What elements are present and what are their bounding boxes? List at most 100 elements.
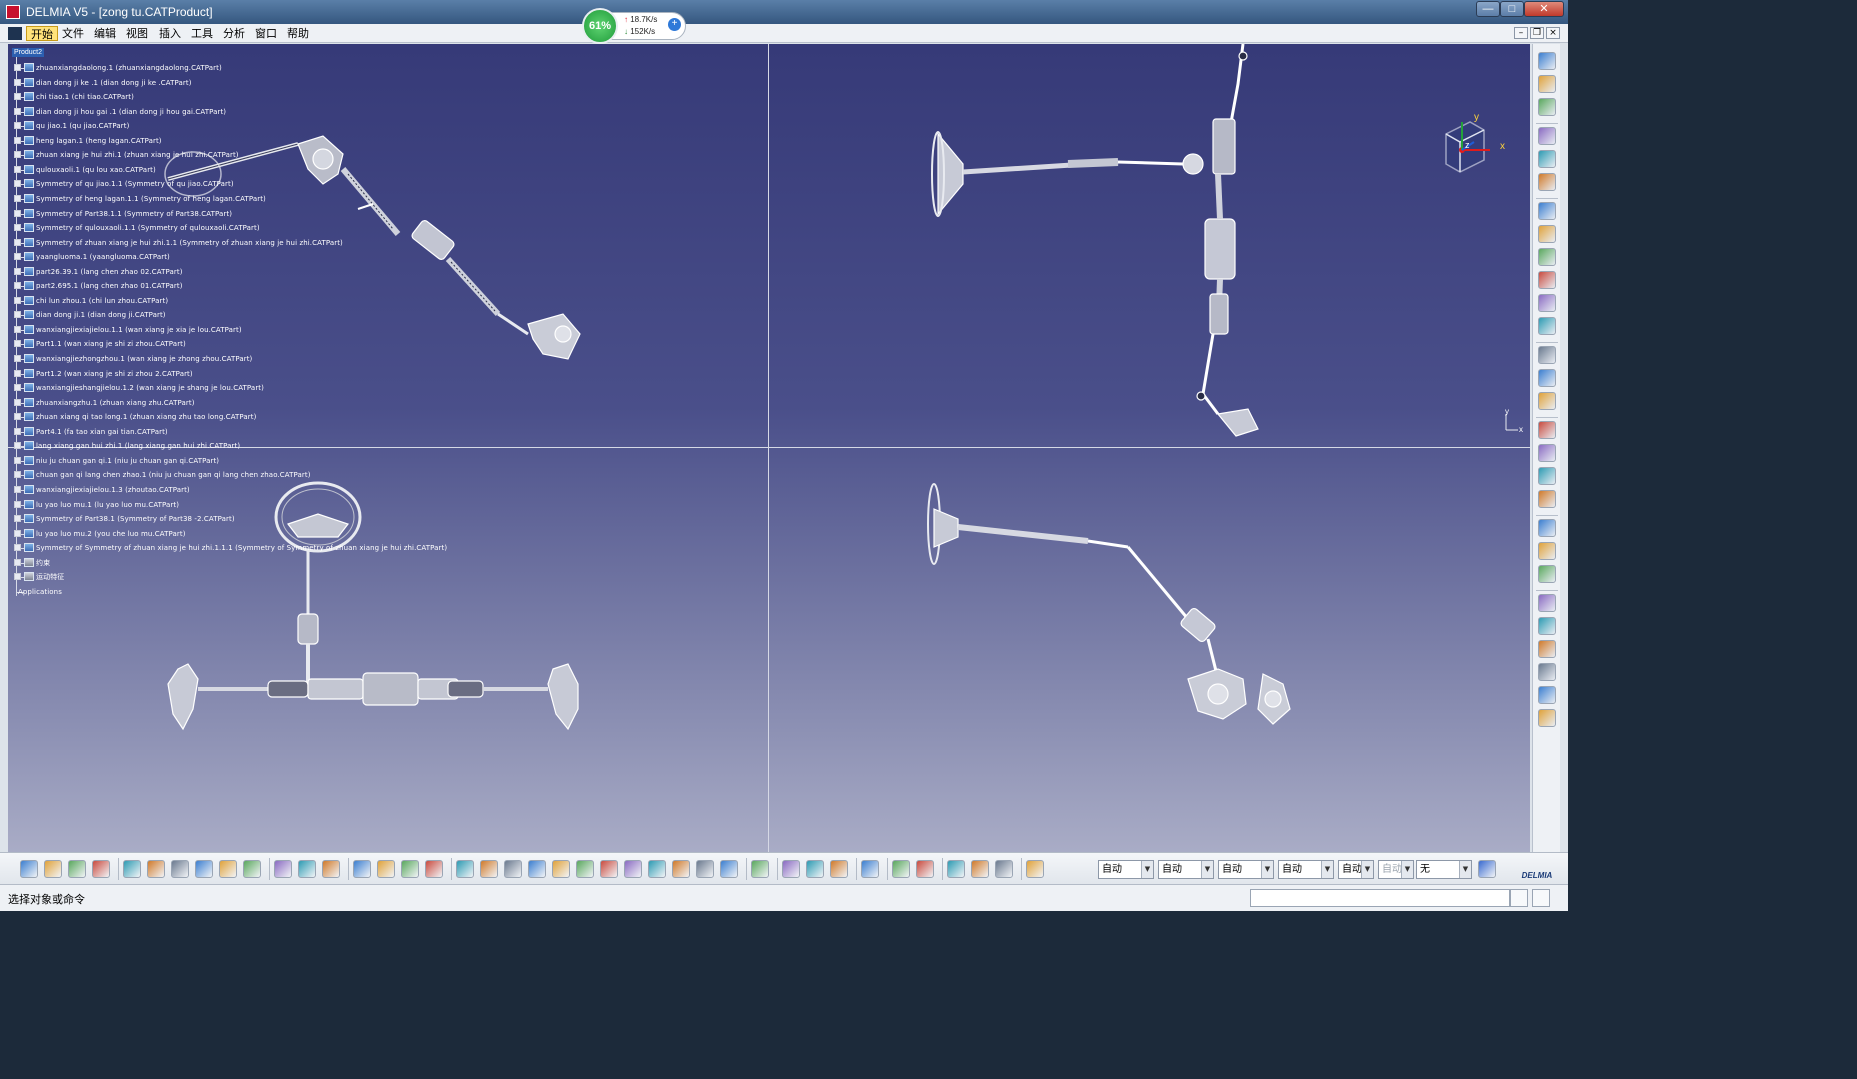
command-input[interactable]	[1250, 889, 1510, 907]
hide-show-icon[interactable]	[696, 860, 714, 878]
trace-icon[interactable]	[1538, 709, 1556, 727]
delmia-app-icon[interactable]	[6, 5, 20, 19]
menu-window[interactable]: 窗口	[251, 26, 281, 41]
apply-material-icon[interactable]	[971, 860, 989, 878]
chevron-down-icon[interactable]: ▼	[1401, 861, 1413, 878]
snap-icon[interactable]	[1538, 248, 1556, 266]
dress-up-icon[interactable]	[1538, 421, 1556, 439]
select-arrow-icon[interactable]	[1538, 75, 1556, 93]
move-component-icon[interactable]	[1538, 225, 1556, 243]
tree-expand-icon[interactable]	[14, 238, 21, 246]
undo-icon[interactable]	[195, 860, 213, 878]
swap-visible-icon[interactable]	[720, 860, 738, 878]
tree-expand-icon[interactable]	[14, 485, 21, 493]
tree-expand-icon[interactable]	[14, 93, 21, 101]
sensor-icon[interactable]	[1538, 519, 1556, 537]
speed-accel-icon[interactable]	[1538, 686, 1556, 704]
exploded-view-icon[interactable]	[1538, 271, 1556, 289]
sectioning-icon[interactable]	[861, 860, 879, 878]
clash-icon[interactable]	[892, 860, 910, 878]
grid-snap-icon[interactable]	[1026, 860, 1044, 878]
chevron-down-icon[interactable]: ▼	[1321, 861, 1333, 878]
tree-expand-icon[interactable]	[14, 558, 21, 566]
replay-icon[interactable]	[1538, 663, 1556, 681]
window-minimize-button[interactable]: —	[1476, 1, 1500, 17]
tree-expand-icon[interactable]	[14, 122, 21, 130]
tree-expand-icon[interactable]	[14, 194, 21, 202]
chevron-down-icon[interactable]: ▼	[1361, 861, 1373, 878]
measure-icon[interactable]	[425, 860, 443, 878]
clash-analysis-icon[interactable]	[1538, 294, 1556, 312]
mechanism-icon[interactable]	[1538, 369, 1556, 387]
speech-bubble-icon[interactable]	[298, 860, 316, 878]
joint-revolute-icon[interactable]	[1538, 467, 1556, 485]
fix-component-icon[interactable]	[1538, 150, 1556, 168]
tree-expand-icon[interactable]	[14, 398, 21, 406]
painter-icon[interactable]	[1478, 860, 1496, 878]
pan-icon[interactable]	[504, 860, 522, 878]
cube-view-icon[interactable]	[648, 860, 666, 878]
gear-icon[interactable]	[1538, 173, 1556, 191]
command-clear-button[interactable]	[1532, 889, 1550, 907]
document-minimize-button[interactable]: –	[1514, 27, 1528, 39]
menu-start[interactable]: 开始	[26, 26, 58, 41]
normal-view-icon[interactable]	[600, 860, 618, 878]
tree-expand-icon[interactable]	[14, 282, 21, 290]
tree-expand-icon[interactable]	[14, 340, 21, 348]
memory-usage-gauge[interactable]: 61%	[582, 8, 618, 44]
gear-cluster-icon[interactable]	[1538, 52, 1556, 70]
document-icon[interactable]	[8, 27, 22, 40]
tree-expand-icon[interactable]	[14, 544, 21, 552]
tree-expand-icon[interactable]	[14, 573, 21, 581]
compass-widget[interactable]: x y z	[1444, 114, 1508, 178]
table-icon[interactable]	[353, 860, 371, 878]
tree-icon[interactable]	[377, 860, 395, 878]
tree-expand-icon[interactable]	[14, 529, 21, 537]
tree-expand-icon[interactable]	[14, 325, 21, 333]
light-icon[interactable]	[322, 860, 340, 878]
viewport-vertical-divider[interactable]	[768, 44, 769, 852]
tree-expand-icon[interactable]	[14, 78, 21, 86]
simulation-icon[interactable]	[1538, 392, 1556, 410]
tree-expand-icon[interactable]	[14, 136, 21, 144]
zoom-in-icon[interactable]	[552, 860, 570, 878]
assembly-constraint-icon[interactable]	[1538, 127, 1556, 145]
menu-analyze[interactable]: 分析	[219, 26, 249, 41]
print-icon[interactable]	[92, 860, 110, 878]
tree-expand-icon[interactable]	[14, 224, 21, 232]
window-maximize-button[interactable]: □	[1500, 1, 1524, 17]
tree-expand-icon[interactable]	[14, 384, 21, 392]
zoom-out-icon[interactable]	[576, 860, 594, 878]
update-icon[interactable]	[751, 860, 769, 878]
tree-expand-icon[interactable]	[14, 267, 21, 275]
joint-icon[interactable]	[1538, 202, 1556, 220]
cut-icon[interactable]	[123, 860, 141, 878]
tree-expand-icon[interactable]	[14, 209, 21, 217]
document-close-button[interactable]: ×	[1546, 27, 1560, 39]
measure-item-icon[interactable]	[806, 860, 824, 878]
command-icon[interactable]	[1538, 565, 1556, 583]
chevron-down-icon[interactable]: ▼	[1261, 861, 1273, 878]
tree-expand-icon[interactable]	[14, 296, 21, 304]
new-icon[interactable]	[20, 860, 38, 878]
tree-expand-icon[interactable]	[14, 165, 21, 173]
render-icon[interactable]	[995, 860, 1013, 878]
fit-all-icon[interactable]	[480, 860, 498, 878]
law-icon[interactable]	[1538, 542, 1556, 560]
joint-prismatic-icon[interactable]	[1538, 490, 1556, 508]
open-icon[interactable]	[44, 860, 62, 878]
bom-icon[interactable]	[1538, 317, 1556, 335]
paste-icon[interactable]	[171, 860, 189, 878]
graphic-property-combo[interactable]: 自动 ▼	[1278, 860, 1334, 879]
tree-expand-icon[interactable]	[14, 515, 21, 523]
save-icon[interactable]	[68, 860, 86, 878]
manipulate-icon[interactable]	[1538, 98, 1556, 116]
menu-edit[interactable]: 编辑	[90, 26, 120, 41]
graphic-property-combo[interactable]: 自动 ▼	[1218, 860, 1274, 879]
tree-root-node[interactable]: Product2	[12, 48, 45, 57]
steering-assembly-top-view[interactable]	[918, 44, 1298, 444]
graphic-property-combo[interactable]: 自动 ▼	[1098, 860, 1154, 879]
catalog-icon[interactable]	[1538, 346, 1556, 364]
graphic-property-combo[interactable]: 无 ▼	[1416, 860, 1472, 879]
measure-between-icon[interactable]	[782, 860, 800, 878]
